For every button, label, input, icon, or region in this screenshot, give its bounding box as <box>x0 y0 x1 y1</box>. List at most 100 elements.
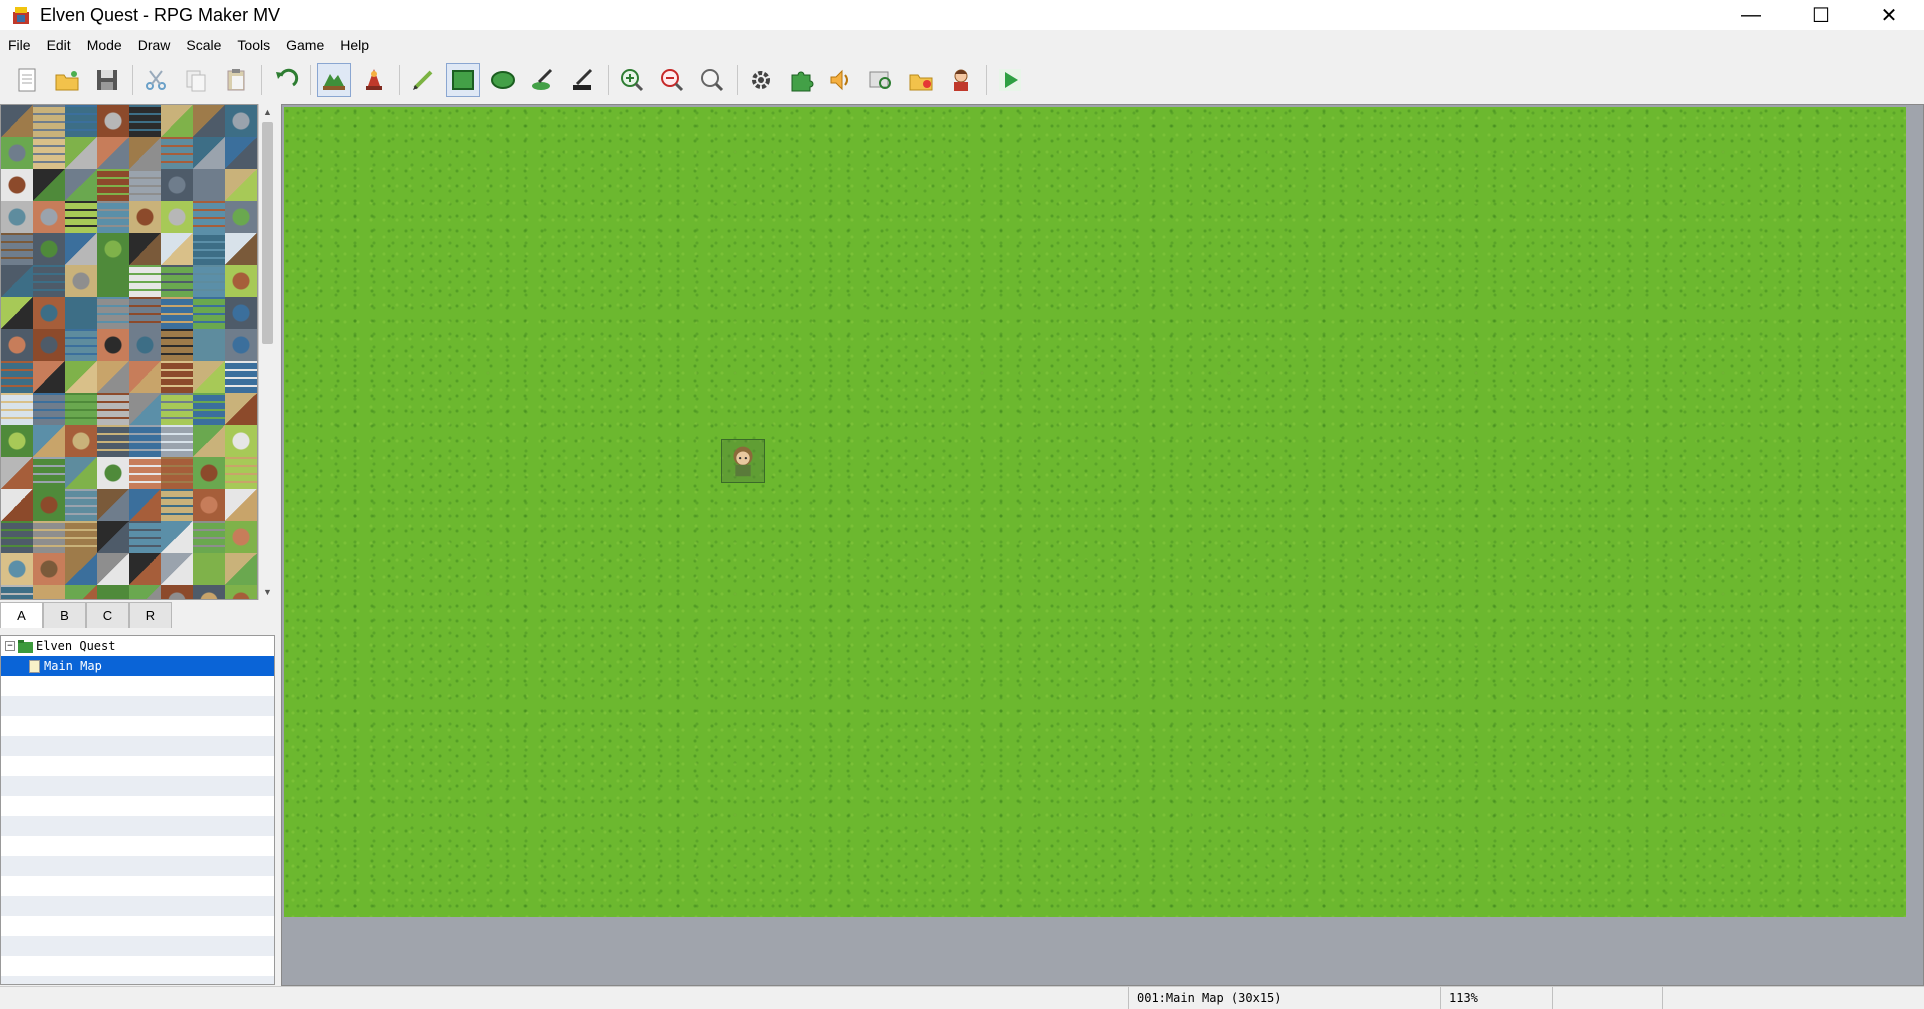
tileset-tile[interactable] <box>33 457 65 489</box>
tileset-tile[interactable] <box>161 137 193 169</box>
new-project-button[interactable] <box>10 63 44 97</box>
tileset-tile[interactable] <box>97 265 129 297</box>
tileset-tile[interactable] <box>225 489 257 521</box>
tileset-tile[interactable] <box>161 233 193 265</box>
tileset-tile[interactable] <box>225 329 257 361</box>
tileset-tile[interactable] <box>33 297 65 329</box>
tileset-tile[interactable] <box>65 105 97 137</box>
tileset-tile[interactable] <box>97 521 129 553</box>
tab-b[interactable]: B <box>43 602 86 628</box>
tab-r[interactable]: R <box>129 602 172 628</box>
tileset-tile[interactable] <box>193 169 225 201</box>
scrollbar-thumb[interactable] <box>262 122 273 344</box>
tileset-tile[interactable] <box>129 393 161 425</box>
tileset-tile[interactable] <box>1 521 33 553</box>
tileset-tile[interactable] <box>65 393 97 425</box>
maximize-button[interactable]: ☐ <box>1786 0 1856 30</box>
tileset-tile[interactable] <box>65 297 97 329</box>
tileset-tile[interactable] <box>161 425 193 457</box>
tileset-tile[interactable] <box>33 393 65 425</box>
tileset-tile[interactable] <box>65 425 97 457</box>
event-mode-button[interactable] <box>357 63 391 97</box>
tileset-tile[interactable] <box>65 329 97 361</box>
tileset-tile[interactable] <box>97 137 129 169</box>
rectangle-button[interactable] <box>446 63 480 97</box>
tileset-tile[interactable] <box>97 393 129 425</box>
tileset-tile[interactable] <box>161 297 193 329</box>
tileset-tile[interactable] <box>129 457 161 489</box>
tileset-tile[interactable] <box>193 457 225 489</box>
tileset-tile[interactable] <box>1 585 33 599</box>
scroll-up-icon[interactable]: ▲ <box>259 104 276 120</box>
tileset-tile[interactable] <box>193 329 225 361</box>
tileset-tile[interactable] <box>193 233 225 265</box>
tileset-tile[interactable] <box>1 137 33 169</box>
sound-test-button[interactable] <box>824 63 858 97</box>
collapse-icon[interactable]: − <box>5 641 15 651</box>
map-editor[interactable] <box>281 104 1924 986</box>
tileset-tile[interactable] <box>1 329 33 361</box>
minimize-button[interactable]: — <box>1716 0 1786 30</box>
tileset-tile[interactable] <box>1 297 33 329</box>
zoom-in-button[interactable] <box>615 63 649 97</box>
open-project-button[interactable] <box>50 63 84 97</box>
tileset-tile[interactable] <box>65 265 97 297</box>
cut-button[interactable] <box>139 63 173 97</box>
tileset-tile[interactable] <box>97 297 129 329</box>
tileset-grid[interactable] <box>1 105 257 599</box>
tileset-tile[interactable] <box>193 585 225 599</box>
menu-game[interactable]: Game <box>278 32 332 58</box>
tileset-tile[interactable] <box>33 105 65 137</box>
resource-manager-button[interactable] <box>904 63 938 97</box>
menu-draw[interactable]: Draw <box>130 32 179 58</box>
zoom-out-button[interactable] <box>655 63 689 97</box>
tileset-tile[interactable] <box>33 233 65 265</box>
tileset-tile[interactable] <box>129 201 161 233</box>
tileset-tile[interactable] <box>129 489 161 521</box>
tileset-tile[interactable] <box>225 521 257 553</box>
tileset-tile[interactable] <box>161 105 193 137</box>
tileset-tile[interactable] <box>33 425 65 457</box>
tileset-tile[interactable] <box>161 265 193 297</box>
tileset-tile[interactable] <box>193 521 225 553</box>
tileset-tile[interactable] <box>65 137 97 169</box>
tileset-tile[interactable] <box>65 457 97 489</box>
paste-button[interactable] <box>219 63 253 97</box>
shadow-pen-button[interactable] <box>566 63 600 97</box>
tileset-tile[interactable] <box>97 425 129 457</box>
tab-c[interactable]: C <box>86 602 129 628</box>
tileset-tile[interactable] <box>129 137 161 169</box>
tileset-tile[interactable] <box>1 425 33 457</box>
tileset-tile[interactable] <box>97 585 129 599</box>
tileset-palette[interactable] <box>0 104 258 600</box>
tileset-tile[interactable] <box>129 233 161 265</box>
menu-help[interactable]: Help <box>332 32 377 58</box>
tileset-tile[interactable] <box>97 329 129 361</box>
tileset-tile[interactable] <box>225 425 257 457</box>
tileset-tile[interactable] <box>225 233 257 265</box>
tileset-tile[interactable] <box>65 201 97 233</box>
tree-item-main-map[interactable]: Main Map <box>1 656 274 676</box>
tileset-tile[interactable] <box>193 201 225 233</box>
tileset-tile[interactable] <box>97 489 129 521</box>
tileset-tile[interactable] <box>65 585 97 599</box>
tileset-tile[interactable] <box>65 553 97 585</box>
copy-button[interactable] <box>179 63 213 97</box>
tileset-tile[interactable] <box>161 169 193 201</box>
database-button[interactable] <box>744 63 778 97</box>
tileset-tile[interactable] <box>161 361 193 393</box>
tileset-tile[interactable] <box>97 233 129 265</box>
tileset-tile[interactable] <box>65 489 97 521</box>
flood-fill-button[interactable] <box>526 63 560 97</box>
actual-size-button[interactable] <box>695 63 729 97</box>
tileset-tile[interactable] <box>129 361 161 393</box>
tileset-tile[interactable] <box>129 585 161 599</box>
tileset-tile[interactable] <box>33 489 65 521</box>
tileset-tile[interactable] <box>161 521 193 553</box>
tileset-tile[interactable] <box>161 329 193 361</box>
tileset-tile[interactable] <box>161 489 193 521</box>
save-project-button[interactable] <box>90 63 124 97</box>
tileset-tile[interactable] <box>161 553 193 585</box>
tileset-tile[interactable] <box>97 105 129 137</box>
tab-a[interactable]: A <box>0 602 43 628</box>
